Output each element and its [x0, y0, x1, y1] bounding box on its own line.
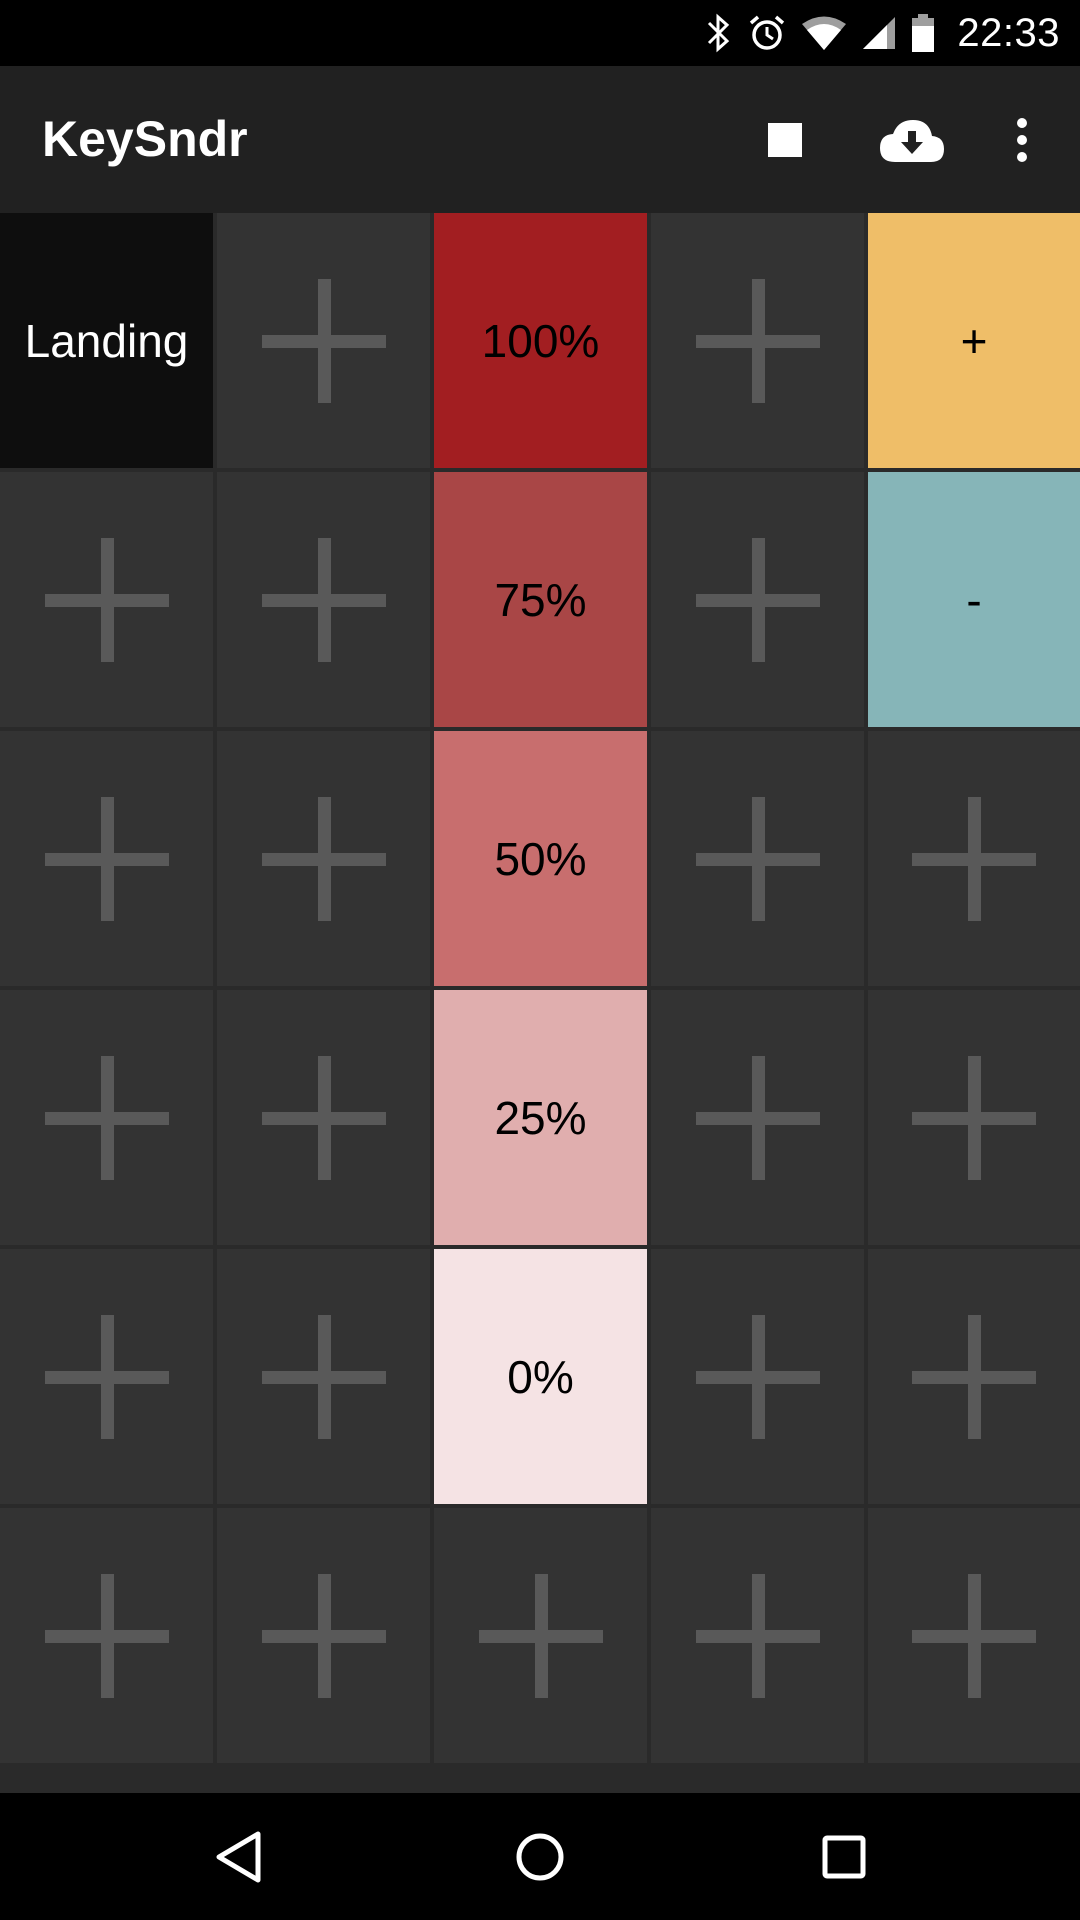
- add-key-button[interactable]: [217, 990, 430, 1245]
- battery-icon: [911, 13, 935, 53]
- key-label: -: [966, 573, 982, 626]
- add-icon: [695, 1055, 820, 1180]
- add-icon: [912, 796, 1036, 921]
- alarm-icon: [747, 13, 787, 53]
- add-icon: [261, 1573, 386, 1698]
- landing-key[interactable]: Landing: [0, 213, 213, 468]
- key-0-percent[interactable]: 0%: [434, 1249, 647, 1504]
- add-key-button[interactable]: [651, 990, 864, 1245]
- add-key-button[interactable]: [217, 1249, 430, 1504]
- cellular-signal-icon: [861, 15, 897, 51]
- add-icon: [261, 796, 386, 921]
- stop-icon: [768, 122, 802, 157]
- add-key-button[interactable]: [217, 213, 430, 468]
- key-100-percent[interactable]: 100%: [434, 213, 647, 468]
- add-icon: [695, 796, 820, 921]
- add-icon: [261, 278, 386, 403]
- cloud-download-icon: [880, 119, 944, 162]
- add-key-button[interactable]: [217, 731, 430, 986]
- status-icons: 22:33: [705, 0, 1060, 66]
- add-key-button[interactable]: [651, 1249, 864, 1504]
- add-key-button[interactable]: [0, 990, 213, 1245]
- add-icon: [695, 278, 820, 403]
- add-icon: [695, 1314, 820, 1439]
- key-25-percent[interactable]: 25%: [434, 990, 647, 1245]
- add-icon: [695, 537, 820, 662]
- app-title: KeySndr: [42, 111, 248, 167]
- stop-button[interactable]: [740, 66, 830, 213]
- key-label: 25%: [494, 1091, 587, 1144]
- add-key-button[interactable]: [0, 1508, 213, 1763]
- add-key-button[interactable]: [868, 990, 1080, 1245]
- add-key-button[interactable]: [651, 472, 864, 727]
- minus-key[interactable]: -: [868, 472, 1080, 727]
- overflow-menu-icon: [1017, 117, 1027, 162]
- key-50-percent[interactable]: 50%: [434, 731, 647, 986]
- add-icon: [44, 1055, 169, 1180]
- add-key-button[interactable]: [651, 213, 864, 468]
- bluetooth-icon: [705, 13, 733, 53]
- add-key-button[interactable]: [651, 731, 864, 986]
- app-screen: 22:33 KeySndr Landing 100% +75% - 50% 25% 0%: [0, 0, 1080, 1920]
- status-time: 22:33: [957, 10, 1060, 55]
- back-button[interactable]: [178, 1793, 298, 1920]
- key-label: 100%: [481, 314, 600, 367]
- add-icon: [44, 796, 169, 921]
- add-icon: [695, 1573, 820, 1698]
- add-icon: [912, 1055, 1036, 1180]
- key-label: 50%: [494, 832, 587, 885]
- add-icon: [261, 1055, 386, 1180]
- add-key-button[interactable]: [0, 472, 213, 727]
- key-label: 75%: [494, 573, 587, 626]
- key-label: 0%: [507, 1350, 574, 1403]
- home-icon: [516, 1833, 564, 1880]
- add-icon: [478, 1573, 603, 1698]
- add-key-button[interactable]: [651, 1508, 864, 1763]
- overflow-menu-button[interactable]: [1000, 66, 1044, 213]
- key-label: +: [960, 314, 988, 367]
- recents-icon: [822, 1835, 866, 1878]
- add-key-button[interactable]: [868, 731, 1080, 986]
- add-icon: [44, 537, 169, 662]
- key-75-percent[interactable]: 75%: [434, 472, 647, 727]
- back-icon: [216, 1831, 261, 1882]
- recents-button[interactable]: [784, 1793, 904, 1920]
- plus-key[interactable]: +: [868, 213, 1080, 468]
- add-key-button[interactable]: [0, 1249, 213, 1504]
- add-key-button[interactable]: [868, 1249, 1080, 1504]
- add-icon: [44, 1573, 169, 1698]
- add-key-button[interactable]: [217, 1508, 430, 1763]
- add-key-button[interactable]: [0, 731, 213, 986]
- status-bar: 22:33: [0, 0, 1080, 66]
- add-icon: [912, 1314, 1036, 1439]
- add-key-button[interactable]: [217, 472, 430, 727]
- add-key-button[interactable]: [434, 1508, 647, 1763]
- add-icon: [261, 1314, 386, 1439]
- add-icon: [912, 1573, 1036, 1698]
- home-button[interactable]: [480, 1793, 600, 1920]
- key-label: Landing: [24, 314, 189, 367]
- add-icon: [44, 1314, 169, 1439]
- add-icon: [261, 537, 386, 662]
- cloud-download-button[interactable]: [862, 66, 962, 213]
- app-bar: KeySndr: [0, 66, 1080, 213]
- wifi-icon: [801, 15, 847, 51]
- key-grid: Landing 100% +75% - 50% 25% 0%: [0, 213, 1080, 1763]
- add-key-button[interactable]: [868, 1508, 1080, 1763]
- navigation-bar: [0, 1793, 1080, 1920]
